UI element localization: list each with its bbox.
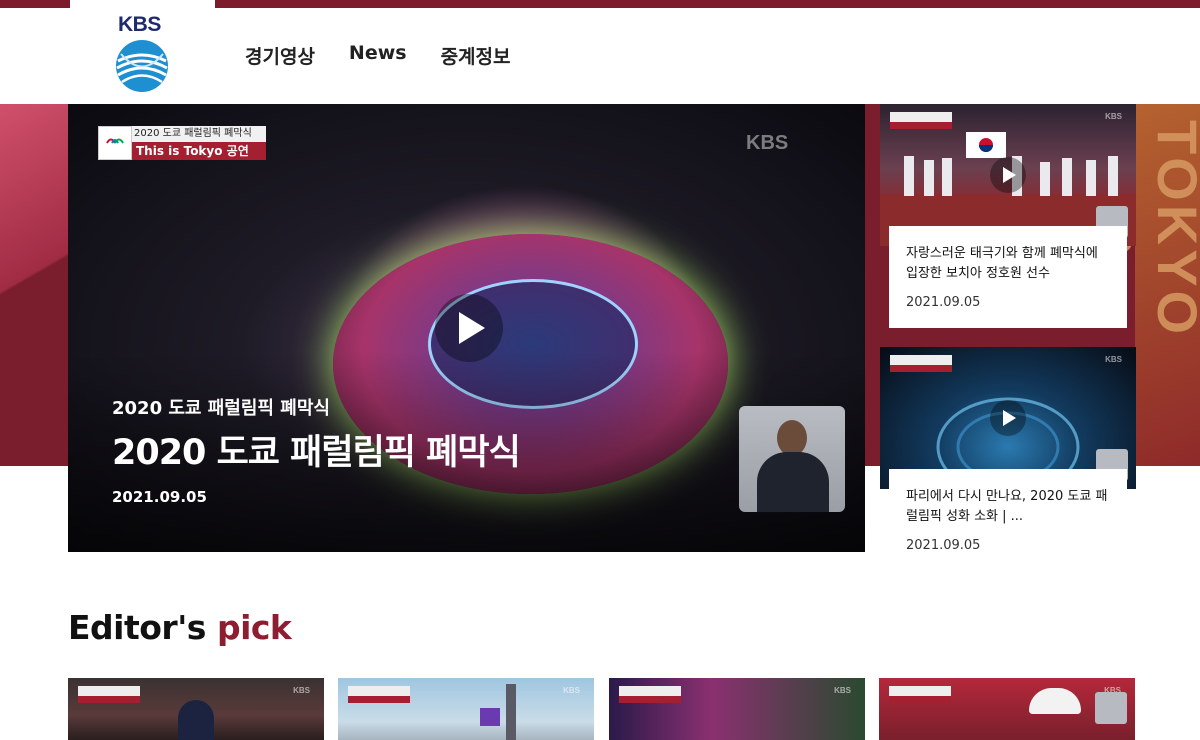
side-card-body: 파리에서 다시 만나요, 2020 도쿄 패럴림픽 성화 소화 | ... 20…	[889, 469, 1127, 571]
editors-pick-list: KBS KBS KBS KBS	[68, 678, 1136, 740]
site-header: KBS 경기영상 News 중계정보	[0, 8, 1200, 104]
side-card-title[interactable]: 파리에서 다시 만나요, 2020 도쿄 패럴림픽 성화 소화 | ...	[906, 487, 1110, 527]
paralympic-logo-icon	[98, 126, 132, 160]
kbs-watermark: KBS	[1105, 112, 1122, 121]
main-nav: 경기영상 News 중계정보	[245, 42, 511, 69]
side-card-title[interactable]: 자랑스러운 태극기와 함께 폐막식에 입장한 보치아 정호원 선수	[906, 244, 1110, 284]
logo-text: KBS	[118, 13, 161, 36]
mini-caption-bar	[890, 122, 952, 129]
editors-pick-heading-main: Editor's	[68, 608, 206, 647]
kbs-watermark: KBS	[834, 686, 851, 695]
eiffel-tower-image	[506, 684, 516, 740]
side-video-thumbnail[interactable]: KBS	[880, 104, 1136, 246]
side-video-card-2[interactable]: KBS 파리에서 다시 만나요, 2020 도쿄 패럴림픽 성화 소화 | ..…	[880, 347, 1136, 573]
editors-pick-heading-accent: pick	[205, 608, 292, 647]
mini-caption-bar	[890, 365, 952, 372]
top-accent-tab	[70, 0, 215, 8]
editors-pick-thumb-3[interactable]: KBS	[609, 678, 865, 740]
editors-pick-thumb-1[interactable]: KBS	[68, 678, 324, 740]
kbs-globe-icon	[116, 40, 168, 92]
mini-caption-bar	[619, 696, 681, 703]
side-card-body: 자랑스러운 태극기와 함께 폐막식에 입장한 보치아 정호원 선수 2021.0…	[889, 226, 1127, 328]
tokyo-2020-vertical-text: TOKYO 2020	[1081, 120, 1200, 339]
side-card-date: 2021.09.05	[906, 538, 981, 553]
sign-language-interpreter	[1095, 692, 1127, 724]
top-accent-bar	[0, 0, 1200, 8]
kbs-watermark: KBS	[746, 132, 789, 154]
editors-pick-thumb-4[interactable]: KBS	[879, 678, 1135, 740]
kbs-watermark: KBS	[1105, 355, 1122, 364]
mini-caption-bar	[78, 696, 140, 703]
interpreter-body	[757, 452, 829, 512]
broadcast-caption: 2020 도쿄 패럴림픽 폐막식 This is Tokyo 공연	[98, 126, 266, 160]
kbs-logo[interactable]: KBS	[112, 11, 174, 95]
editors-pick-thumb-2[interactable]: KBS	[338, 678, 594, 740]
kbs-watermark: KBS	[563, 686, 580, 695]
mini-caption-bar	[348, 696, 410, 703]
cyclist-helmet-image	[1029, 688, 1081, 714]
main-video-card[interactable]: 2020 도쿄 패럴림픽 폐막식 This is Tokyo 공연 KBS 20…	[68, 104, 865, 552]
side-video-card-1[interactable]: KBS 자랑스러운 태극기와 함께 폐막식에 입장한 보치아 정호원 선수 20…	[880, 104, 1136, 330]
person-image	[178, 700, 214, 740]
kbs-watermark: KBS	[293, 686, 310, 695]
mini-caption-bar	[889, 696, 951, 703]
nav-item-broadcast[interactable]: 중계정보	[441, 42, 511, 69]
main-video-subtitle: 2020 도쿄 패럴림픽 폐막식	[112, 398, 330, 419]
interpreter-head	[777, 420, 807, 456]
sign-language-interpreter	[739, 406, 845, 512]
play-icon[interactable]	[990, 400, 1026, 436]
caption-bottom-text: This is Tokyo 공연	[132, 142, 266, 160]
side-card-date: 2021.09.05	[906, 295, 981, 310]
side-video-thumbnail[interactable]: KBS	[880, 347, 1136, 489]
main-video-title[interactable]: 2020 도쿄 패럴림픽 폐막식	[112, 424, 521, 475]
nav-item-videos[interactable]: 경기영상	[245, 42, 315, 69]
play-icon[interactable]	[435, 294, 503, 362]
nav-item-news[interactable]: News	[349, 42, 407, 69]
flag-image	[480, 708, 500, 726]
main-video-date: 2021.09.05	[112, 488, 207, 506]
editors-pick-heading: Editor's pick	[68, 608, 292, 647]
play-icon[interactable]	[990, 157, 1026, 193]
